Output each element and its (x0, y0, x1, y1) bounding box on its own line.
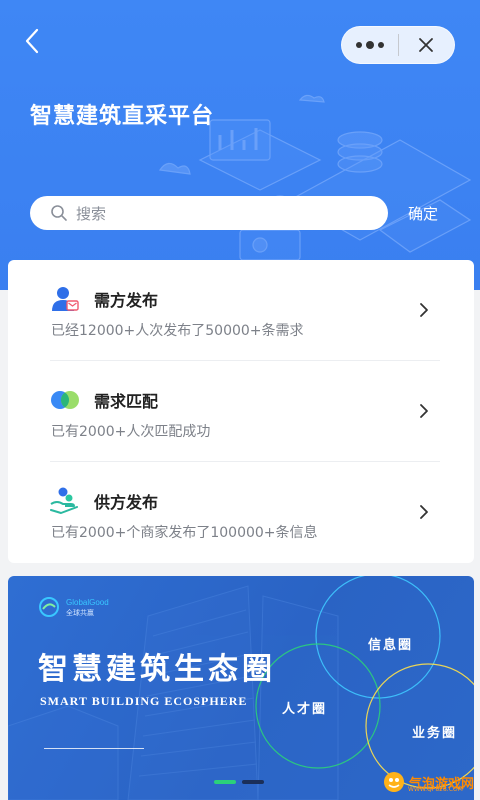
brand-name: GlobalGood (66, 598, 109, 607)
chevron-right-icon (420, 505, 428, 519)
header: 智慧建筑直采平台 搜索 确定 (0, 0, 480, 290)
page-title: 智慧建筑直采平台 (30, 104, 215, 129)
service-subtitle: 已经12000+人次发布了50000+条需求 (51, 323, 304, 339)
banner-underline (44, 748, 144, 749)
banner-subtitle: SMART BUILDING ECOSPHERE (40, 694, 248, 708)
more-icon[interactable] (342, 27, 398, 63)
service-subtitle: 已有2000+个商家发布了100000+条信息 (51, 525, 318, 541)
chevron-right-icon (420, 303, 428, 317)
service-item-demand-publish[interactable]: 需方发布 已经12000+人次发布了50000+条需求 (8, 260, 474, 361)
service-item-supply-publish[interactable]: 供方发布 已有2000+个商家发布了100000+条信息 (8, 462, 474, 563)
service-card: 需方发布 已经12000+人次发布了50000+条需求 需求匹配 已有2000+… (8, 260, 474, 563)
ecosphere-banner[interactable]: GlobalGood 全球共赢 智慧建筑生态圈 SMART BUILDING E… (8, 576, 474, 800)
back-icon[interactable] (18, 26, 48, 56)
service-item-match[interactable]: 需求匹配 已有2000+人次匹配成功 (8, 361, 474, 462)
search-placeholder: 搜索 (76, 204, 107, 223)
watermark-logo (384, 772, 404, 792)
demand-publish-icon (52, 287, 79, 311)
banner-title: 智慧建筑生态圈 (38, 652, 276, 687)
watermark-url: WWW.QP828.COM (408, 786, 463, 793)
mini-program-capsule (341, 26, 455, 64)
ecosphere-rings (255, 576, 474, 789)
tag-talent-circle: 人才圈 (282, 702, 328, 717)
service-title: 需方发布 (94, 291, 159, 310)
service-subtitle: 已有2000+人次匹配成功 (51, 424, 211, 440)
confirm-button[interactable]: 确定 (408, 203, 438, 224)
tag-business-circle: 业务圈 (412, 726, 458, 741)
match-icon (51, 391, 79, 409)
service-title: 供方发布 (94, 493, 159, 512)
tag-info-circle: 信息圈 (368, 638, 414, 653)
supply-publish-icon (50, 487, 78, 514)
close-icon[interactable] (399, 27, 454, 63)
carousel-dot[interactable] (214, 780, 236, 784)
carousel-indicator (214, 780, 264, 784)
service-title: 需求匹配 (94, 392, 159, 411)
search-input[interactable]: 搜索 (30, 196, 388, 230)
search-icon (51, 205, 67, 221)
watermark: 气泡游戏网 WWW.QP828.COM (382, 770, 474, 794)
chevron-right-icon (420, 404, 428, 418)
carousel-dot[interactable] (242, 780, 264, 784)
globalgood-logo (39, 597, 59, 617)
brand-name-cn: 全球共赢 (66, 609, 94, 617)
